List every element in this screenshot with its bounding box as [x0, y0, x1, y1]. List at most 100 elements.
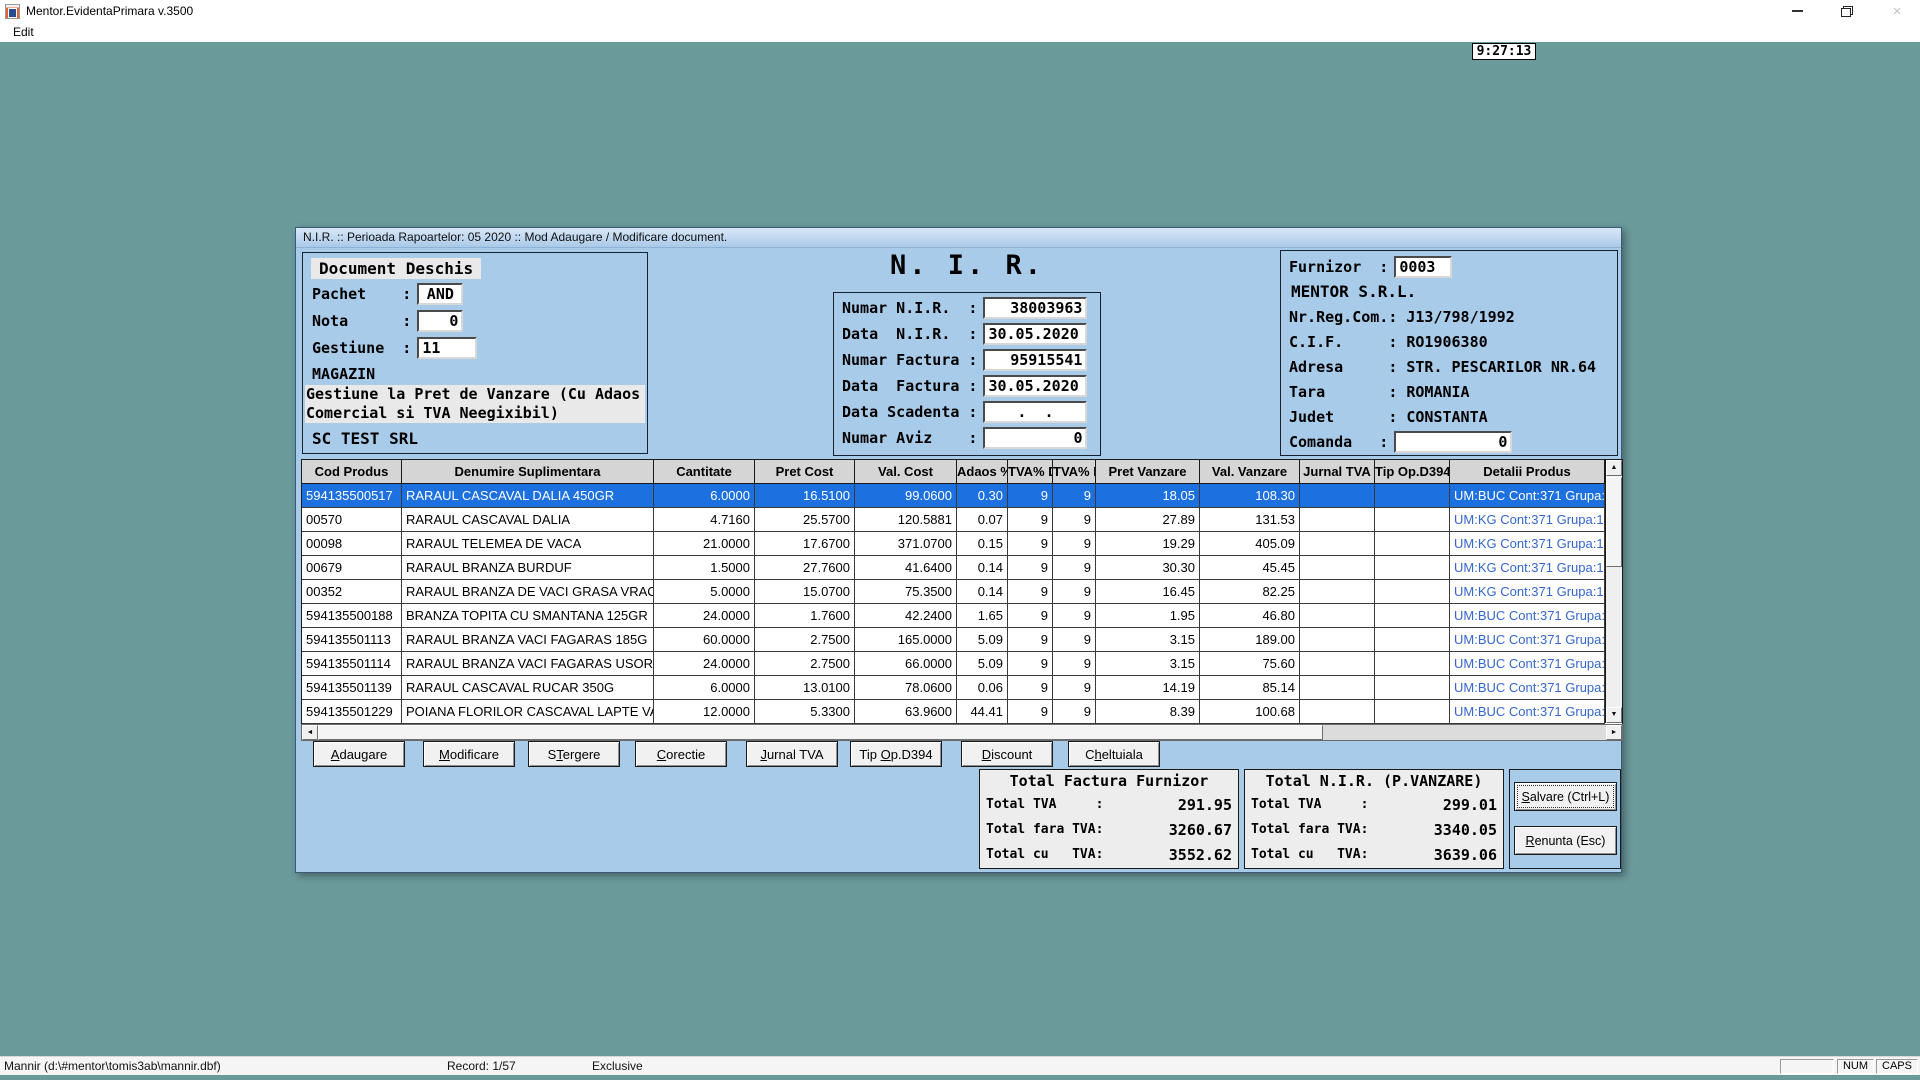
- scroll-left-icon[interactable]: ◄: [302, 725, 318, 740]
- cell: 4.7160: [654, 508, 755, 532]
- cell: [1300, 508, 1375, 532]
- cell: [1375, 532, 1450, 556]
- cell: 44.41: [957, 700, 1008, 724]
- column-header-cantitate[interactable]: Cantitate: [654, 460, 755, 484]
- cell: 9: [1053, 628, 1096, 652]
- nr-reg-com-value: J13/798/1992: [1397, 308, 1514, 326]
- table-row[interactable]: 594135501229POIANA FLORILOR CASCAVAL LAP…: [302, 700, 1622, 724]
- corectie-button[interactable]: Corectie: [635, 741, 727, 767]
- pachet-input[interactable]: AND: [417, 283, 463, 305]
- stergere-button[interactable]: STergere: [528, 741, 620, 767]
- cell: 14.19: [1096, 676, 1200, 700]
- numar-aviz-input[interactable]: 0: [983, 427, 1087, 449]
- nota-input[interactable]: 0: [417, 310, 463, 332]
- comanda-row: Comanda : 0: [1281, 429, 1617, 454]
- cell: 5.3300: [755, 700, 855, 724]
- menu-edit[interactable]: Edit: [9, 24, 38, 40]
- table-row[interactable]: 594135501113RARAUL BRANZA VACI FAGARAS 1…: [302, 628, 1622, 652]
- nr-reg-com-label: Nr.Reg.Com.:: [1289, 308, 1397, 326]
- column-header-val-cost[interactable]: Val. Cost: [855, 460, 957, 484]
- table-row[interactable]: 00352RARAUL BRANZA DE VACI GRASA VRAC5.0…: [302, 580, 1622, 604]
- cell: 9: [1008, 676, 1053, 700]
- cif-row: C.I.F. : RO1906380: [1281, 329, 1617, 354]
- total-fara-tva-label: Total fara TVA:: [1251, 822, 1368, 837]
- numar-nir-input[interactable]: 38003963: [983, 297, 1087, 319]
- total-tva-value: 291.95: [1178, 796, 1232, 814]
- discount-button[interactable]: Discount: [961, 741, 1053, 767]
- table-header-row: Cod ProdusDenumire SuplimentaraCantitate…: [302, 460, 1622, 484]
- table-row[interactable]: 594135500517RARAUL CASCAVAL DALIA 450GR6…: [302, 484, 1622, 508]
- cell: 594135501139: [302, 676, 402, 700]
- totals-row: Total fara TVA: 3340.05: [1245, 817, 1503, 842]
- totals-row: Total TVA : 299.01: [1245, 792, 1503, 817]
- cell: 63.9600: [855, 700, 957, 724]
- column-header-denumire-suplimentara[interactable]: Denumire Suplimentara: [402, 460, 654, 484]
- cell: 1.7600: [755, 604, 855, 628]
- comanda-input[interactable]: 0: [1394, 431, 1512, 453]
- modificare-button[interactable]: Modificare: [423, 741, 515, 767]
- cell: 9: [1008, 700, 1053, 724]
- close-button[interactable]: ×: [1884, 0, 1910, 22]
- data-nir-input[interactable]: 30.05.2020: [983, 323, 1087, 345]
- column-header-adaos[interactable]: Adaos %: [957, 460, 1008, 484]
- table-row[interactable]: 594135501139RARAUL CASCAVAL RUCAR 350G6.…: [302, 676, 1622, 700]
- nir-heading: N. I. R.: [833, 250, 1101, 281]
- cell: 189.00: [1200, 628, 1300, 652]
- restore-button[interactable]: [1834, 0, 1860, 22]
- vertical-scrollbar[interactable]: ▲ ▼: [1605, 460, 1622, 723]
- tip-op-d394-button[interactable]: Tip Op.D394: [850, 741, 942, 767]
- cell: [1375, 652, 1450, 676]
- cell: UM:KG Cont:371 Grupa:18 I: [1450, 580, 1605, 604]
- cell: 3.15: [1096, 652, 1200, 676]
- tara-label: Tara :: [1289, 383, 1397, 401]
- table-row[interactable]: 00570RARAUL CASCAVAL DALIA4.716025.57001…: [302, 508, 1622, 532]
- cell: 9: [1053, 484, 1096, 508]
- cell: 16.45: [1096, 580, 1200, 604]
- cell: 6.0000: [654, 484, 755, 508]
- furnizor-label: Furnizor :: [1289, 258, 1388, 276]
- horizontal-scrollbar[interactable]: ◄ ►: [301, 724, 1623, 741]
- cell: 5.09: [957, 628, 1008, 652]
- data-scadenta-input[interactable]: . .: [983, 401, 1087, 423]
- table-row[interactable]: 594135500188BRANZA TOPITA CU SMANTANA 12…: [302, 604, 1622, 628]
- furnizor-row: Furnizor : 0003: [1281, 254, 1617, 279]
- furnizor-input[interactable]: 0003: [1394, 256, 1452, 278]
- table-row[interactable]: 00679RARAUL BRANZA BURDUF1.500027.760041…: [302, 556, 1622, 580]
- scroll-down-icon[interactable]: ▼: [1606, 707, 1622, 723]
- column-header-detalii-produs[interactable]: Detalii Produs: [1450, 460, 1605, 484]
- cell: 19.29: [1096, 532, 1200, 556]
- minimize-button[interactable]: [1784, 0, 1810, 22]
- horizontal-scroll-thumb[interactable]: [318, 725, 1323, 740]
- numar-factura-input[interactable]: 95915541: [983, 349, 1087, 371]
- column-header-cod-produs[interactable]: Cod Produs: [302, 460, 402, 484]
- jurnal-tva-button[interactable]: Jurnal TVA: [746, 741, 838, 767]
- column-header-jurnal-tva[interactable]: Jurnal TVA: [1300, 460, 1375, 484]
- cell: [1375, 580, 1450, 604]
- cell: [1375, 508, 1450, 532]
- column-header-pret-cost[interactable]: Pret Cost: [755, 460, 855, 484]
- scroll-up-icon[interactable]: ▲: [1606, 460, 1622, 476]
- salvare-button[interactable]: Salvare (Ctrl+L): [1514, 782, 1617, 811]
- data-factura-input[interactable]: 30.05.2020: [983, 375, 1087, 397]
- cell: 13.0100: [755, 676, 855, 700]
- table-row[interactable]: 594135501114RARAUL BRANZA VACI FAGARAS U…: [302, 652, 1622, 676]
- cell: RARAUL TELEMEA DE VACA: [402, 532, 654, 556]
- vertical-scroll-thumb[interactable]: [1606, 477, 1622, 567]
- renunta-button[interactable]: Renunta (Esc): [1514, 826, 1617, 855]
- judet-row: Judet : CONSTANTA: [1281, 404, 1617, 429]
- cheltuiala-button[interactable]: Cheltuiala: [1068, 741, 1160, 767]
- cell: 9: [1008, 556, 1053, 580]
- column-header-tva-n[interactable]: TVA% N: [1053, 460, 1096, 484]
- scroll-right-icon[interactable]: ►: [1606, 725, 1622, 740]
- column-header-pret-vanzare[interactable]: Pret Vanzare: [1096, 460, 1200, 484]
- column-header-tva-d[interactable]: TVA% D: [1008, 460, 1053, 484]
- column-header-tip-op-d394[interactable]: Tip Op.D394: [1375, 460, 1450, 484]
- cell: UM:BUC Cont:371 Grupa:18: [1450, 676, 1605, 700]
- cell: 9: [1008, 484, 1053, 508]
- table-row[interactable]: 00098RARAUL TELEMEA DE VACA21.000017.670…: [302, 532, 1622, 556]
- gestiune-input[interactable]: 11: [417, 337, 477, 359]
- column-header-val-vanzare[interactable]: Val. Vanzare: [1200, 460, 1300, 484]
- cell: [1375, 628, 1450, 652]
- adaugare-button[interactable]: Adaugare: [313, 741, 405, 767]
- cell: 8.39: [1096, 700, 1200, 724]
